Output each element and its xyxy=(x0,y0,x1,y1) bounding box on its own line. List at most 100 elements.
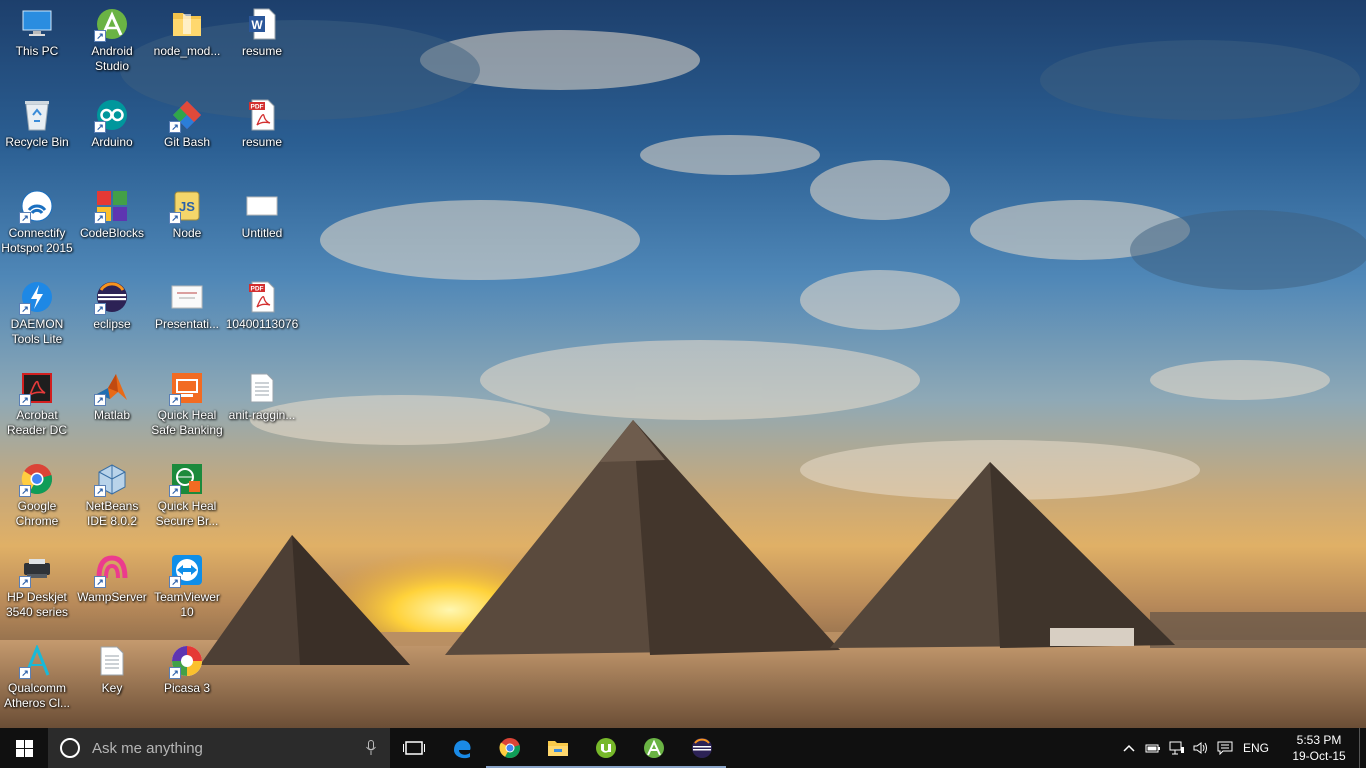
desktop-icon-label: Android Studio xyxy=(91,44,133,73)
desktop-icon-resume[interactable]: Wresume xyxy=(225,2,299,90)
svg-text:PDF: PDF xyxy=(251,104,264,111)
acrobat-icon: ↗ xyxy=(19,372,53,406)
text-file-icon xyxy=(246,372,278,404)
shortcut-arrow-icon: ↗ xyxy=(94,394,106,406)
desktop-icon-arduino[interactable]: ↗ Arduino xyxy=(75,93,149,181)
cortana-search-box[interactable] xyxy=(48,728,390,768)
desktop-icon-anit-raggin[interactable]: anit-raggin... xyxy=(225,366,299,454)
shortcut-arrow-icon: ↗ xyxy=(169,576,181,588)
git-bash-icon: ↗ xyxy=(169,99,203,133)
taskbar-file-explorer[interactable] xyxy=(534,728,582,768)
desktop-icon-recycle-bin[interactable]: Recycle Bin xyxy=(0,93,74,181)
chrome-icon: ↗ xyxy=(19,463,53,497)
task-view-button[interactable] xyxy=(390,728,438,768)
desktop-icon-android-studio[interactable]: ↗ Android Studio xyxy=(75,2,149,90)
shortcut-arrow-icon: ↗ xyxy=(19,485,31,497)
quickheal-browser-icon: ↗ xyxy=(169,463,203,497)
desktop-icon-untitled[interactable]: Untitled xyxy=(225,184,299,272)
desktop-icon-quick-heal-safe-banking[interactable]: ↗ Quick Heal Safe Banking xyxy=(150,366,224,454)
shortcut-arrow-icon: ↗ xyxy=(94,212,106,224)
battery-button[interactable] xyxy=(1141,728,1165,768)
desktop-icon-label: Quick Heal Secure Br... xyxy=(155,499,219,528)
desktop-icon-label: Arduino xyxy=(91,135,133,149)
desktop-icon-codeblocks[interactable]: ↗ CodeBlocks xyxy=(75,184,149,272)
connectify-icon: ↗ xyxy=(19,190,53,224)
desktop-icon-eclipse[interactable]: ↗ eclipse xyxy=(75,275,149,363)
desktop-icon-node-mod[interactable]: node_mod... xyxy=(150,2,224,90)
desktop-icon-acrobat-reader-dc[interactable]: ↗ Acrobat Reader DC xyxy=(0,366,74,454)
clock-time: 5:53 PM xyxy=(1296,733,1342,747)
chevron-up-icon xyxy=(1123,744,1135,752)
svg-text:W: W xyxy=(251,18,263,32)
presentation-icon xyxy=(171,281,203,313)
quickheal-banking-icon: ↗ xyxy=(169,372,203,406)
desktop-icon-label: Connectify Hotspot 2015 xyxy=(1,226,73,255)
shortcut-arrow-icon: ↗ xyxy=(94,303,106,315)
desktop-icon-git-bash[interactable]: ↗ Git Bash xyxy=(150,93,224,181)
desktop-icon-qualcomm-atheros-cl[interactable]: ↗ Qualcomm Atheros Cl... xyxy=(0,639,74,727)
task-view-icon xyxy=(403,741,425,755)
volume-button[interactable] xyxy=(1189,728,1213,768)
clock[interactable]: 5:53 PM 19-Oct-15 xyxy=(1279,732,1359,764)
matlab-icon: ↗ xyxy=(94,372,128,406)
desktop-icon-connectify-hotspot-2015[interactable]: ↗ Connectify Hotspot 2015 xyxy=(0,184,74,272)
desktop-icon-label: resume xyxy=(241,44,282,58)
desktop-icon-label: Google Chrome xyxy=(15,499,59,528)
daemon-tools-icon: ↗ xyxy=(19,281,53,315)
desktop-icon-wampserver[interactable]: ↗ WampServer xyxy=(75,548,149,636)
taskbar-android-studio[interactable] xyxy=(630,728,678,768)
desktop-icon-label: Git Bash xyxy=(163,135,211,149)
network-icon xyxy=(1169,741,1184,755)
desktop-icon-resume[interactable]: PDF resume xyxy=(225,93,299,181)
desktop-icon-hp-deskjet-3540-series[interactable]: ↗ HP Deskjet 3540 series xyxy=(0,548,74,636)
desktop-icon-key[interactable]: Key xyxy=(75,639,149,727)
desktop-icon-netbeans-ide-8-0-2[interactable]: ↗ NetBeans IDE 8.0.2 xyxy=(75,457,149,545)
desktop-icon-label: anit-raggin... xyxy=(228,408,296,422)
shortcut-arrow-icon: ↗ xyxy=(169,394,181,406)
start-button[interactable] xyxy=(0,728,48,768)
desktop-icon-presentati[interactable]: Presentati... xyxy=(150,275,224,363)
eclipse-icon xyxy=(692,738,712,758)
desktop-icon-this-pc[interactable]: This PC xyxy=(0,2,74,90)
network-button[interactable] xyxy=(1165,728,1189,768)
file-explorer-icon xyxy=(548,741,568,756)
shortcut-arrow-icon: ↗ xyxy=(19,394,31,406)
utorrent-icon xyxy=(596,738,616,758)
edge-icon xyxy=(454,740,471,759)
desktop-icon-daemon-tools-lite[interactable]: ↗ DAEMON Tools Lite xyxy=(0,275,74,363)
input-language[interactable]: ENG xyxy=(1243,741,1269,755)
desktop-icon-label: resume xyxy=(241,135,282,149)
taskbar-utorrent[interactable] xyxy=(582,728,630,768)
qualcomm-icon: ↗ xyxy=(19,645,53,679)
microphone-icon[interactable] xyxy=(366,740,376,756)
action-center-button[interactable] xyxy=(1213,728,1237,768)
desktop-icon-matlab[interactable]: ↗ Matlab xyxy=(75,366,149,454)
desktop-icon-label: NetBeans IDE 8.0.2 xyxy=(85,499,139,528)
desktop-icon-picasa-3[interactable]: ↗ Picasa 3 xyxy=(150,639,224,727)
search-input[interactable] xyxy=(90,738,344,758)
taskbar-chrome[interactable] xyxy=(486,728,534,768)
desktop-icon-node[interactable]: JS ↗ Node xyxy=(150,184,224,272)
codeblocks-icon: ↗ xyxy=(94,190,128,224)
desktop-icon-label: HP Deskjet 3540 series xyxy=(5,590,69,619)
show-desktop-button[interactable] xyxy=(1359,728,1366,768)
taskbar-eclipse[interactable] xyxy=(678,728,726,768)
svg-text:PDF: PDF xyxy=(251,286,264,293)
taskbar-edge[interactable] xyxy=(438,728,486,768)
speaker-icon xyxy=(1193,742,1207,754)
shortcut-arrow-icon: ↗ xyxy=(94,576,106,588)
folder-icon xyxy=(171,8,203,40)
android-studio-icon: ↗ xyxy=(94,8,128,42)
desktop-icon-10400113076[interactable]: PDF 10400113076 xyxy=(225,275,299,363)
word-doc-icon: W xyxy=(246,8,278,40)
wampserver-icon: ↗ xyxy=(94,554,128,588)
pdf-icon: PDF xyxy=(246,99,278,131)
desktop-icon-quick-heal-secure-br[interactable]: ↗ Quick Heal Secure Br... xyxy=(150,457,224,545)
show-hidden-icons-button[interactable] xyxy=(1117,728,1141,768)
shortcut-arrow-icon: ↗ xyxy=(19,303,31,315)
taskbar: ENG 5:53 PM 19-Oct-15 xyxy=(0,728,1366,768)
desktop-icon-google-chrome[interactable]: ↗ Google Chrome xyxy=(0,457,74,545)
desktop-icon-teamviewer-10[interactable]: ↗ TeamViewer 10 xyxy=(150,548,224,636)
notification-icon xyxy=(1217,741,1233,755)
pdf-icon: PDF xyxy=(246,281,278,313)
